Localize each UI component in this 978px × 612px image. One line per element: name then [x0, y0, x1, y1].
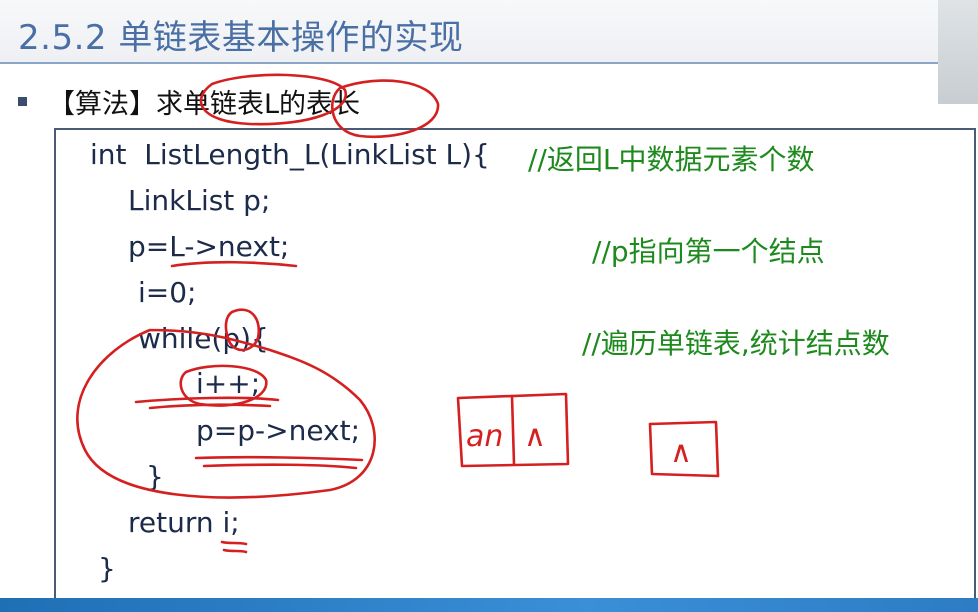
code-line-close-while: } [146, 460, 164, 493]
player-progress-bar[interactable] [0, 598, 978, 612]
code-line-return: return i; [128, 506, 240, 539]
code-line-declare: LinkList p; [128, 184, 271, 217]
comment-first-node: //p指向第一个结点 [592, 235, 825, 268]
title-divider [0, 62, 938, 64]
code-line-init-i: i=0; [138, 276, 197, 309]
code-line-advance: p=p->next; [196, 414, 361, 447]
slide-title: 2.5.2 单链表基本操作的实现 [18, 18, 464, 58]
code-line-increment: i++; [196, 367, 261, 400]
comment-return-count: //返回L中数据元素个数 [528, 143, 815, 176]
presenter-camera-thumbnail [938, 0, 978, 104]
code-line-while: while(p){ [138, 322, 269, 355]
code-line-init-p: p=L->next; [128, 230, 290, 263]
code-line-close-func: } [98, 552, 116, 585]
algorithm-heading: 【算法】求单链表L的表长 [48, 89, 361, 120]
code-line-signature: int ListLength_L(LinkList L){ [90, 138, 490, 171]
bullet-icon [18, 97, 27, 106]
comment-traverse: //遍历单链表,统计结点数 [582, 327, 890, 360]
